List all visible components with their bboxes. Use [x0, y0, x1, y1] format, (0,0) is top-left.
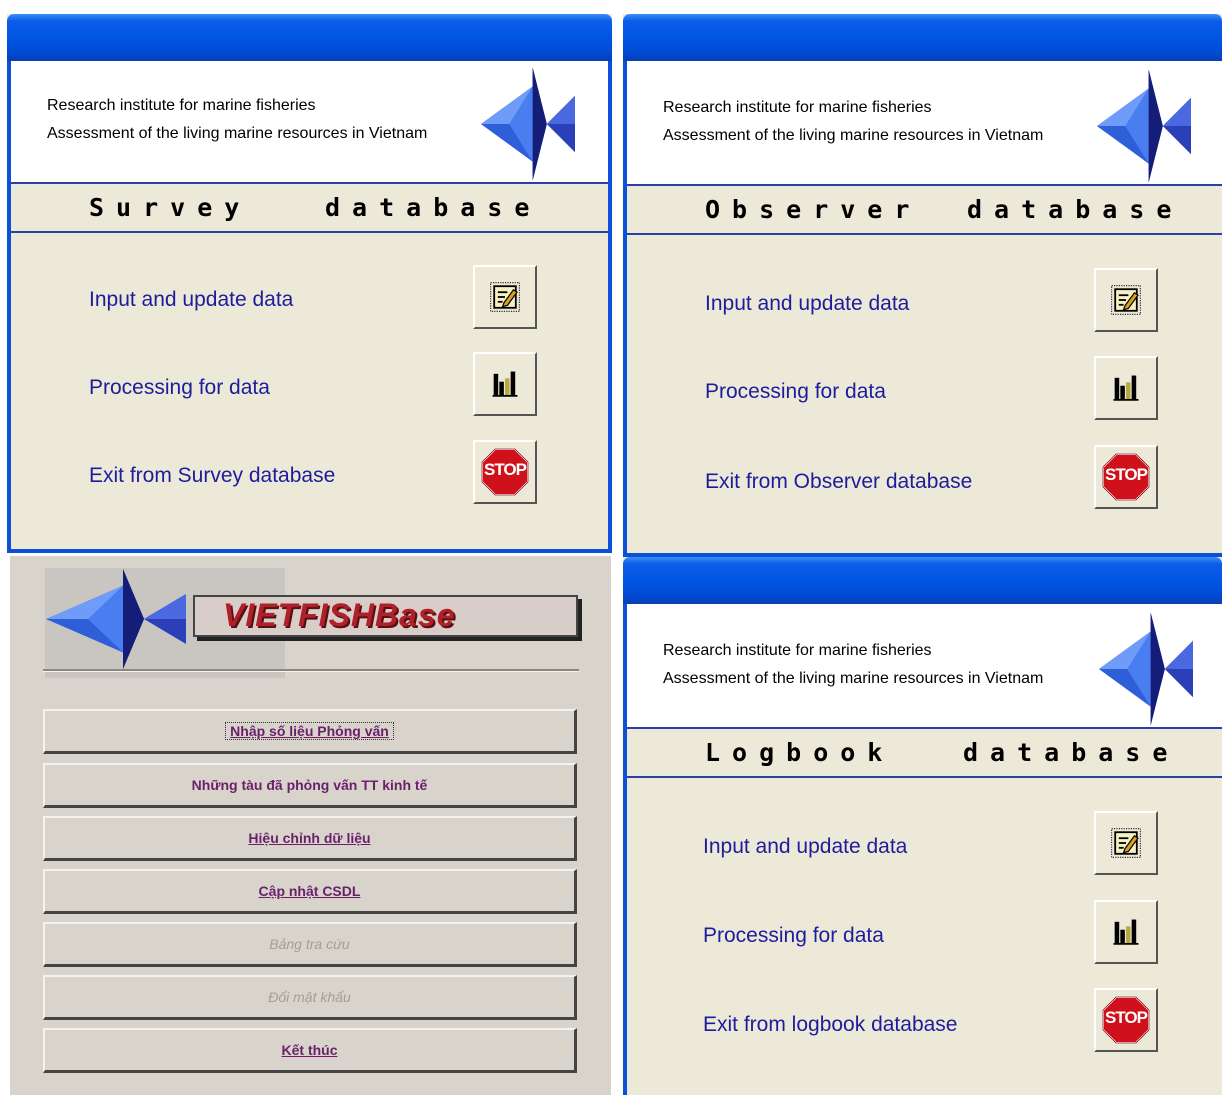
observer-title-bar[interactable]: [623, 14, 1222, 61]
interviewed-vessels-button[interactable]: Những tàu đã phỏng vấn TT kinh tế: [43, 763, 577, 808]
lookup-table-button[interactable]: Bảng tra cứu: [43, 922, 577, 967]
edit-form-icon: [1108, 282, 1144, 318]
logbook-title-bar[interactable]: [623, 557, 1222, 604]
institute-name: Research institute for marine fisheries: [663, 642, 932, 659]
processing-button[interactable]: [1094, 900, 1158, 964]
institute-header: Research institute for marine fisheries …: [627, 61, 1222, 186]
logbook-database-window: Research institute for marine fisheries …: [623, 557, 1222, 1095]
database-title-word: Observer: [705, 195, 922, 224]
database-title: Observer database: [627, 186, 1222, 235]
institute-subtitle: Assessment of the living marine resource…: [663, 127, 1044, 144]
exit-button[interactable]: Kết thúc: [43, 1028, 577, 1073]
stop-sign-icon: STOP: [1101, 452, 1151, 502]
institute-name: Research institute for marine fisheries: [663, 99, 932, 116]
institute-subtitle: Assessment of the living marine resource…: [47, 125, 428, 142]
edit-form-icon: [1108, 825, 1144, 861]
processing-button[interactable]: [1094, 356, 1158, 420]
bar-chart-icon: [488, 367, 522, 401]
database-title-word: database: [967, 195, 1184, 224]
menu-item-input-label[interactable]: Input and update data: [703, 835, 907, 859]
edit-form-icon: [487, 279, 523, 315]
database-title-word: database: [325, 193, 542, 222]
bar-chart-icon: [1109, 371, 1143, 405]
button-label: Những tàu đã phỏng vấn TT kinh tế: [191, 777, 428, 793]
input-data-button[interactable]: [473, 265, 537, 329]
vietfishbase-main-menu: VIETFISHBase Nhập số liệu Phỏng vấn Nhữn…: [10, 556, 611, 1095]
app-title: VIETFISHBase: [223, 597, 456, 633]
exit-button[interactable]: STOP: [473, 440, 537, 504]
stop-sign-text: STOP: [484, 460, 527, 479]
menu-item-processing-label[interactable]: Processing for data: [703, 924, 884, 948]
edit-data-button[interactable]: Hiệu chỉnh dữ liệu: [43, 816, 577, 861]
menu-item-processing-label[interactable]: Processing for data: [705, 380, 886, 404]
input-data-button[interactable]: [1094, 268, 1158, 332]
stop-sign-icon: STOP: [480, 447, 530, 497]
window-frame: [7, 549, 612, 553]
menu-item-exit-label[interactable]: Exit from Observer database: [705, 470, 972, 494]
exit-button[interactable]: STOP: [1094, 445, 1158, 509]
database-title: Logbook database: [627, 729, 1222, 778]
divider: [43, 669, 579, 672]
window-frame: [608, 61, 612, 553]
menu-item-input-label[interactable]: Input and update data: [705, 292, 909, 316]
menu-item-processing-label[interactable]: Processing for data: [89, 376, 270, 400]
survey-title-bar[interactable]: [7, 14, 612, 61]
fish-logo-icon: [1097, 69, 1191, 183]
button-label: Hiệu chỉnh dữ liệu: [248, 830, 371, 846]
button-label: Kết thúc: [281, 1042, 338, 1058]
stop-sign-icon: STOP: [1101, 995, 1151, 1045]
update-database-button[interactable]: Cập nhật CSDL: [43, 869, 577, 914]
input-data-button[interactable]: [1094, 811, 1158, 875]
database-title-word: Survey: [89, 193, 252, 222]
database-title-word: database: [963, 738, 1180, 767]
institute-header: Research institute for marine fisheries …: [627, 604, 1222, 729]
observer-database-window: Research institute for marine fisheries …: [623, 14, 1222, 557]
vietfishbase-banner: VIETFISHBase: [193, 595, 578, 637]
button-label: Cập nhật CSDL: [258, 883, 361, 899]
menu-item-input-label[interactable]: Input and update data: [89, 288, 293, 312]
fish-logo-icon: [1099, 612, 1193, 726]
exit-button[interactable]: STOP: [1094, 988, 1158, 1052]
stop-sign-text: STOP: [1105, 465, 1148, 484]
menu-item-exit-label[interactable]: Exit from Survey database: [89, 464, 335, 488]
fish-logo-icon: [46, 569, 186, 669]
stop-sign-text: STOP: [1105, 1008, 1148, 1027]
fish-logo-icon: [481, 67, 575, 181]
menu-item-exit-label[interactable]: Exit from logbook database: [703, 1013, 957, 1037]
button-label: Nhập số liệu Phỏng vấn: [225, 722, 394, 740]
database-title-word: Logbook: [705, 738, 895, 767]
institute-name: Research institute for marine fisheries: [47, 97, 316, 114]
button-label: Đổi mật khẩu: [268, 989, 351, 1005]
institute-header: Research institute for marine fisheries …: [11, 61, 608, 184]
button-label: Bảng tra cứu: [269, 936, 350, 952]
institute-subtitle: Assessment of the living marine resource…: [663, 670, 1044, 687]
survey-database-window: Research institute for marine fisheries …: [7, 14, 612, 553]
bar-chart-icon: [1109, 915, 1143, 949]
database-title: Survey database: [11, 184, 608, 233]
processing-button[interactable]: [473, 352, 537, 416]
change-password-button[interactable]: Đổi mật khẩu: [43, 975, 577, 1020]
enter-interview-data-button[interactable]: Nhập số liệu Phỏng vấn: [43, 709, 577, 754]
